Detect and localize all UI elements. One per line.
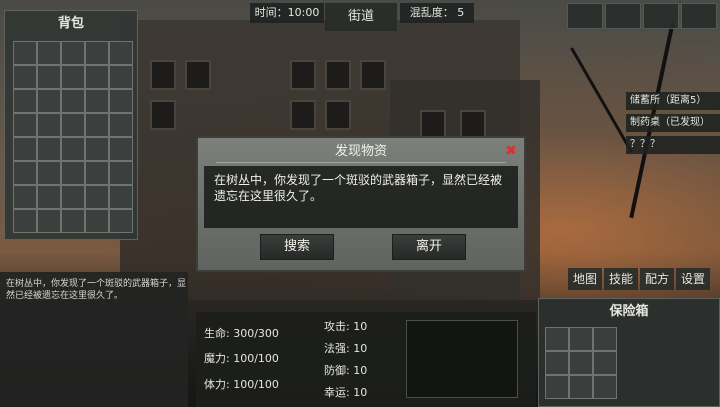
- backpack-slot[interactable]: [13, 113, 37, 137]
- backpack-grid: [13, 41, 133, 233]
- dead-tree-branch: [570, 47, 633, 153]
- safebox-panel: 保险箱: [538, 298, 720, 407]
- safebox-slot[interactable]: [593, 327, 617, 351]
- backpack-slot[interactable]: [85, 89, 109, 113]
- safebox-slot[interactable]: [593, 375, 617, 399]
- building-window: [185, 60, 211, 90]
- stat-defense: 防御: 10: [324, 364, 368, 377]
- backpack-slot[interactable]: [85, 209, 109, 233]
- backpack-title: 背包: [57, 16, 84, 31]
- safebox-slot[interactable]: [569, 327, 593, 351]
- backpack-slot[interactable]: [37, 113, 61, 137]
- backpack-slot[interactable]: [85, 185, 109, 209]
- backpack-slot[interactable]: [61, 137, 85, 161]
- dialog-title: 发现物资: [334, 144, 387, 159]
- stat-magic: 法强: 10: [324, 342, 368, 355]
- skills-button[interactable]: 技能: [604, 268, 638, 290]
- safebox-slot[interactable]: [545, 375, 569, 399]
- building-window: [325, 100, 351, 130]
- building-window: [290, 100, 316, 130]
- top-slot[interactable]: [643, 3, 679, 29]
- backpack-slot[interactable]: [85, 161, 109, 185]
- backpack-slot[interactable]: [37, 65, 61, 89]
- backpack-panel: 背包: [4, 10, 138, 240]
- backpack-slot[interactable]: [61, 161, 85, 185]
- backpack-slot[interactable]: [109, 137, 133, 161]
- discover-supplies-dialog: 发现物资 ✖ 在树丛中，你发现了一个斑驳的武器箱子，显然已经被遗忘在这里很久了。…: [196, 136, 526, 272]
- safebox-slot[interactable]: [593, 351, 617, 375]
- stat-hp: 生命: 300/300: [204, 327, 279, 340]
- dialog-message: 在树丛中，你发现了一个斑驳的武器箱子，显然已经被遗忘在这里很久了。: [204, 166, 518, 228]
- backpack-slot[interactable]: [109, 209, 133, 233]
- backpack-slot[interactable]: [37, 89, 61, 113]
- stat-stamina: 体力: 100/100: [204, 378, 279, 391]
- backpack-slot[interactable]: [85, 41, 109, 65]
- location-list: 储蓄所（距离5） 制药桌（已发现） ？？？: [626, 92, 720, 158]
- settings-button[interactable]: 设置: [676, 268, 710, 290]
- location-item-unknown[interactable]: ？？？: [626, 136, 720, 154]
- recipes-button[interactable]: 配方: [640, 268, 674, 290]
- event-log-text: 在树丛中，你发现了一个斑驳的武器箱子，显然已经被遗忘在这里很久了。: [6, 279, 187, 301]
- location-item-savings[interactable]: 储蓄所（距离5）: [626, 92, 720, 110]
- backpack-slot[interactable]: [37, 185, 61, 209]
- building-window: [290, 60, 316, 90]
- top-slot[interactable]: [567, 3, 603, 29]
- backpack-slot[interactable]: [13, 137, 37, 161]
- close-icon[interactable]: ✖: [504, 144, 518, 158]
- backpack-slot[interactable]: [109, 185, 133, 209]
- chaos-level-display: 混乱度： 5: [400, 3, 474, 23]
- event-log-panel: 在树丛中，你发现了一个斑驳的武器箱子，显然已经被遗忘在这里很久了。: [0, 272, 188, 407]
- safebox-slot[interactable]: [545, 351, 569, 375]
- equipment-slot[interactable]: [406, 320, 518, 398]
- backpack-slot[interactable]: [85, 113, 109, 137]
- search-button[interactable]: 搜索: [260, 234, 334, 260]
- building-window: [325, 60, 351, 90]
- backpack-slot[interactable]: [13, 185, 37, 209]
- backpack-slot[interactable]: [37, 209, 61, 233]
- time-display: 时间：10:00: [250, 3, 324, 23]
- stat-mp: 魔力: 100/100: [204, 352, 279, 365]
- backpack-slot[interactable]: [109, 41, 133, 65]
- stat-attack: 攻击: 10: [324, 320, 368, 333]
- safebox-title: 保险箱: [609, 304, 649, 319]
- safebox-slot[interactable]: [569, 351, 593, 375]
- leave-button[interactable]: 离开: [392, 234, 466, 260]
- backpack-slot[interactable]: [61, 89, 85, 113]
- main-menu: 地图 技能 配方 设置: [568, 268, 710, 290]
- top-slots: [567, 3, 717, 29]
- safebox-slot[interactable]: [545, 327, 569, 351]
- backpack-slot[interactable]: [85, 65, 109, 89]
- location-item-pharmacy-table[interactable]: 制药桌（已发现）: [626, 114, 720, 132]
- top-slot[interactable]: [605, 3, 641, 29]
- backpack-slot[interactable]: [85, 137, 109, 161]
- backpack-slot[interactable]: [109, 89, 133, 113]
- backpack-slot[interactable]: [37, 41, 61, 65]
- backpack-slot[interactable]: [109, 65, 133, 89]
- building-window: [150, 100, 176, 130]
- backpack-slot[interactable]: [13, 161, 37, 185]
- safebox-grid: [545, 327, 617, 399]
- building-window: [360, 60, 386, 90]
- backpack-slot[interactable]: [13, 209, 37, 233]
- backpack-slot[interactable]: [13, 65, 37, 89]
- backpack-slot[interactable]: [109, 161, 133, 185]
- backpack-slot[interactable]: [109, 113, 133, 137]
- stat-luck: 幸运: 10: [324, 386, 368, 399]
- backpack-slot[interactable]: [61, 41, 85, 65]
- backpack-slot[interactable]: [61, 65, 85, 89]
- safebox-slot[interactable]: [569, 375, 593, 399]
- location-title: 街道: [325, 3, 397, 31]
- map-button[interactable]: 地图: [568, 268, 602, 290]
- backpack-slot[interactable]: [13, 41, 37, 65]
- backpack-slot[interactable]: [61, 113, 85, 137]
- top-slot[interactable]: [681, 3, 717, 29]
- dialog-divider: [216, 162, 506, 163]
- backpack-slot[interactable]: [61, 185, 85, 209]
- backpack-slot[interactable]: [37, 161, 61, 185]
- backpack-slot[interactable]: [13, 89, 37, 113]
- building-window: [150, 60, 176, 90]
- backpack-slot[interactable]: [37, 137, 61, 161]
- backpack-slot[interactable]: [61, 209, 85, 233]
